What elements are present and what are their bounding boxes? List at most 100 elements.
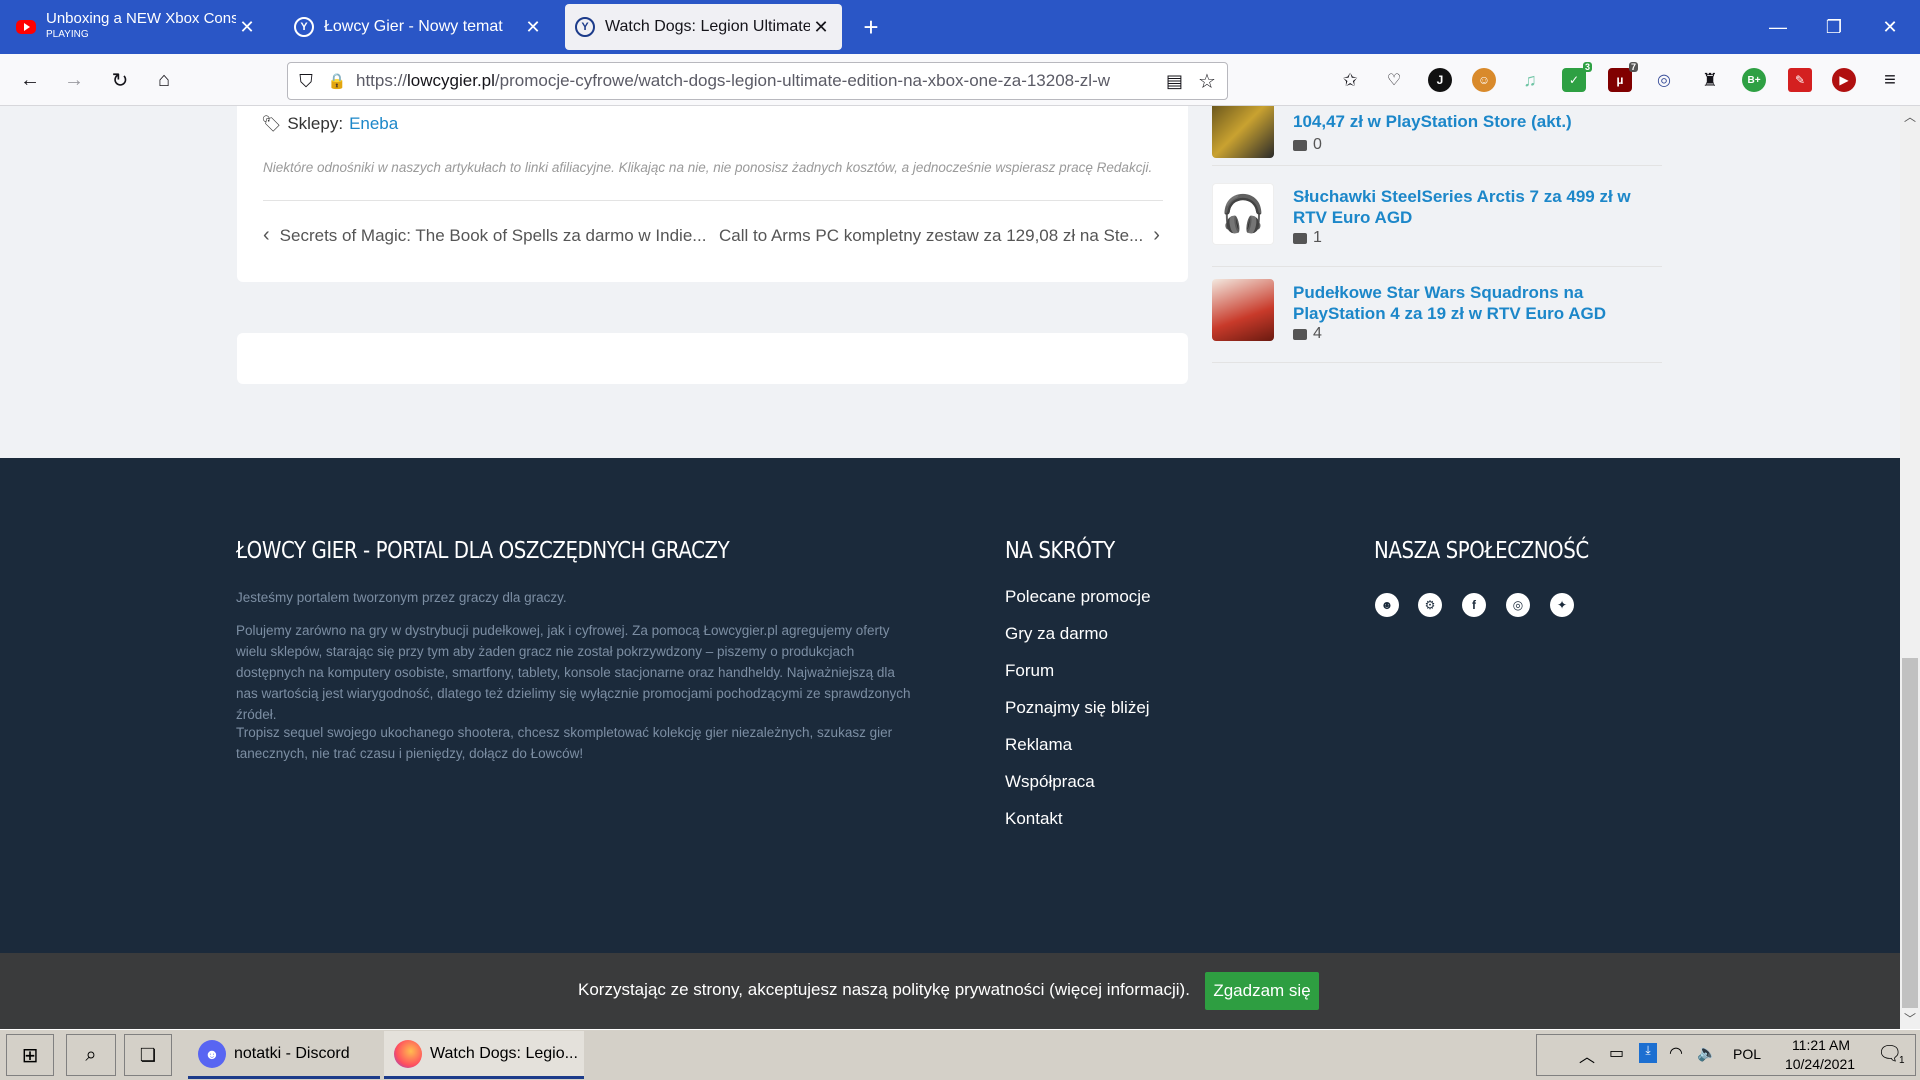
comment-icon [1293, 232, 1307, 244]
url-prefix: https:// [356, 71, 408, 90]
reload-icon[interactable]: ↻ [104, 64, 136, 96]
extension-pen-icon[interactable]: ✎ [1788, 68, 1812, 92]
close-tab-icon[interactable]: ✕ [236, 17, 258, 38]
taskbar-app-firefox[interactable]: Watch Dogs: Legio... [384, 1031, 584, 1079]
sidebar-item-title[interactable]: 104,47 zł w PlayStation Store (akt.) [1293, 111, 1668, 132]
extension-monkey-icon[interactable]: ☺ [1472, 68, 1496, 92]
comments-card [237, 333, 1188, 384]
url-bar[interactable]: ⛉ 🔒 https://lowcygier.pl/promocje-cyfrow… [287, 62, 1228, 100]
taskbar: ⊞ ⌕ ❏ ☻ notatki - Discord Watch Dogs: Le… [0, 1029, 1920, 1080]
cookie-bar: Korzystając ze strony, akceptujesz naszą… [0, 953, 1900, 1029]
volume-icon[interactable]: 🔈 [1697, 1043, 1717, 1063]
footer-link-kontakt[interactable]: Kontakt [1005, 809, 1063, 829]
sidebar-item-title[interactable]: Słuchawki SteelSeries Arctis 7 za 499 zł… [1293, 186, 1668, 228]
sidebar-item[interactable]: 104,47 zł w PlayStation Store (akt.) 0 [1212, 106, 1662, 166]
restore-icon[interactable]: ❐ [1806, 0, 1862, 54]
pocket-icon[interactable]: ♡ [1382, 68, 1406, 92]
new-tab-icon[interactable]: + [856, 12, 886, 42]
sidebar-item-title[interactable]: Pudełkowe Star Wars Squadrons na PlaySta… [1293, 282, 1668, 324]
taskbar-app-discord[interactable]: ☻ notatki - Discord [188, 1031, 380, 1079]
close-tab-icon[interactable]: ✕ [522, 17, 544, 38]
tab-strip: Unboxing a NEW Xbox Console PLAYING ✕ Y … [0, 0, 1920, 54]
url-path: /promocje-cyfrowe/watch-dogs-legion-ulti… [494, 71, 1111, 90]
comment-icon [1293, 328, 1307, 340]
extension-user-icon[interactable]: ♜ [1698, 68, 1722, 92]
next-post-link[interactable]: Call to Arms PC kompletny zestaw za 129,… [719, 224, 1160, 247]
tab-title: Watch Dogs: Legion Ultimate Edition [605, 18, 810, 35]
tab-lowcy-nowy-temat[interactable]: Y Łowcy Gier - Nowy temat ✕ [284, 4, 554, 50]
scroll-down-icon[interactable]: ﹀ [1904, 1010, 1916, 1027]
instagram-icon[interactable]: ◎ [1506, 593, 1530, 617]
prev-post-link[interactable]: ‹ Secrets of Magic: The Book of Spells z… [263, 224, 706, 247]
back-icon[interactable]: ← [14, 64, 46, 96]
sidebar-item[interactable]: 🎧 Słuchawki SteelSeries Arctis 7 za 499 … [1212, 178, 1662, 268]
footer-link-poznajmy-sie[interactable]: Poznajmy się bliżej [1005, 698, 1150, 718]
sidebar-item[interactable]: Pudełkowe Star Wars Squadrons na PlaySta… [1212, 274, 1662, 364]
bookmarks-star-icon[interactable]: ✩ [1338, 68, 1362, 92]
extension-play-icon[interactable]: ▶ [1832, 68, 1856, 92]
facebook-icon[interactable]: f [1462, 593, 1486, 617]
headphones-thumbnail: 🎧 [1212, 183, 1274, 245]
lowcy-gier-icon: Y [575, 17, 595, 37]
scrollbar-thumb[interactable] [1902, 658, 1918, 1008]
taskbar-app-label: Watch Dogs: Legio... [430, 1044, 578, 1062]
forward-icon[interactable]: → [58, 64, 90, 96]
notification-count: 1 [1899, 1055, 1905, 1066]
steam-icon[interactable]: ⚙ [1418, 593, 1442, 617]
clock-date[interactable]: 10/24/2021 [1777, 1056, 1863, 1072]
reader-view-icon[interactable]: ▤ [1166, 71, 1183, 92]
battery-icon[interactable]: ▭ [1609, 1043, 1624, 1063]
extension-j-icon[interactable]: J [1428, 68, 1452, 92]
cookie-message: Korzystając ze strony, akceptujesz naszą… [578, 980, 1190, 999]
minimize-icon[interactable]: — [1750, 0, 1806, 54]
footer-link-gry-za-darmo[interactable]: Gry za darmo [1005, 624, 1108, 644]
extension-b-plus-icon[interactable]: B+ [1742, 68, 1766, 92]
about-paragraph: Tropisz sequel swojego ukochanego shoote… [236, 725, 893, 761]
chevron-up-icon[interactable]: ︿ [1579, 1043, 1595, 1067]
download-icon[interactable]: ⤓ [1639, 1043, 1657, 1063]
menu-icon[interactable]: ≡ [1878, 68, 1902, 92]
cookie-accept-button[interactable]: Zgadzam się [1205, 972, 1319, 1010]
footer-link-reklama[interactable]: Reklama [1005, 735, 1072, 755]
start-button[interactable]: ⊞ [6, 1034, 54, 1076]
close-tab-icon[interactable]: ✕ [810, 17, 832, 38]
twitter-icon[interactable]: ✦ [1550, 593, 1574, 617]
tracking-shield-icon[interactable]: ⛉ [288, 71, 324, 92]
comment-count-value: 1 [1313, 229, 1322, 246]
task-view-icon: ❏ [139, 1044, 157, 1065]
bookmark-star-icon[interactable]: ☆ [1198, 69, 1216, 94]
page-scrollbar[interactable]: ︿ ﹀ [1900, 106, 1920, 1029]
footer-link-polecane-promocje[interactable]: Polecane promocje [1005, 587, 1151, 607]
search-button[interactable]: ⌕ [66, 1034, 116, 1076]
divider [1212, 165, 1662, 166]
language-indicator[interactable]: POL [1733, 1046, 1761, 1062]
lock-icon[interactable]: 🔒 [324, 72, 350, 90]
scroll-up-icon[interactable]: ︿ [1904, 108, 1916, 125]
close-window-icon[interactable]: ✕ [1862, 0, 1918, 54]
footer-link-wspolpraca[interactable]: Współpraca [1005, 772, 1095, 792]
clock-time[interactable]: 11:21 AM [1783, 1037, 1859, 1053]
tab-watch-dogs[interactable]: Y Watch Dogs: Legion Ultimate Edition ✕ [565, 4, 842, 50]
footer-link-forum[interactable]: Forum [1005, 661, 1054, 681]
tab-youtube[interactable]: Unboxing a NEW Xbox Console PLAYING ✕ [6, 4, 268, 50]
home-icon[interactable]: ⌂ [148, 64, 180, 96]
system-tray: ︿ ▭ ⤓ ◠ 🔈 POL 11:21 AM 10/24/2021 🗨 1 [1536, 1034, 1916, 1076]
store-link-eneba[interactable]: Eneba [349, 114, 398, 134]
url-host: lowcygier.pl [407, 71, 495, 90]
chevron-right-icon: › [1153, 224, 1160, 246]
wifi-icon[interactable]: ◠ [1669, 1043, 1683, 1063]
divider [263, 200, 1163, 201]
thumbnail [1212, 106, 1274, 158]
extension-mask-icon[interactable]: ◎ [1652, 68, 1676, 92]
comment-count-value: 4 [1313, 325, 1322, 342]
chevron-left-icon: ‹ [263, 224, 270, 246]
about-paragraph: Jesteśmy portalem tworzonym przez graczy… [236, 590, 567, 605]
task-view-button[interactable]: ❏ [124, 1034, 172, 1076]
discord-icon: ☻ [198, 1039, 226, 1068]
discord-icon[interactable]: ☻ [1375, 593, 1399, 617]
ublock-icon[interactable]: µ7 [1608, 62, 1638, 92]
extension-shield-icon[interactable]: ✓ 3 [1562, 62, 1592, 92]
extension-music-icon[interactable]: ♫ [1518, 68, 1542, 92]
stores-label: Sklepy: [287, 114, 344, 133]
taskbar-app-label: notatki - Discord [234, 1044, 350, 1062]
